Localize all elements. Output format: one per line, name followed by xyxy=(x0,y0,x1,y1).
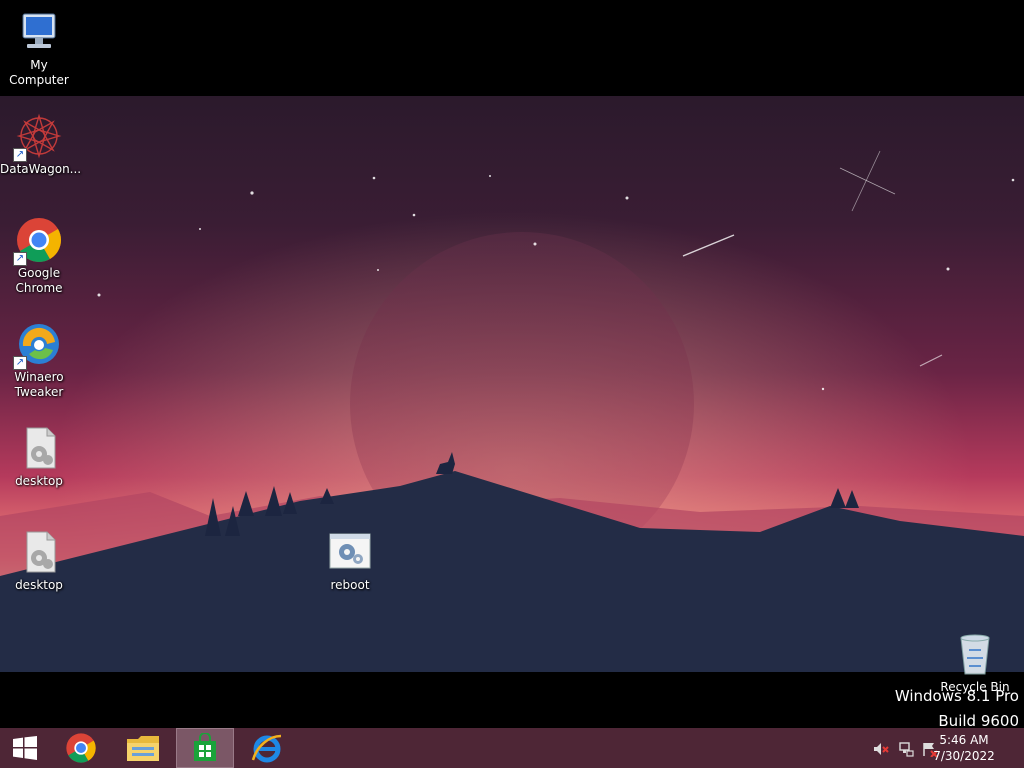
datawagon-icon: ↗ xyxy=(13,112,63,162)
taskbar-clock[interactable]: 5:46 AM 7/30/2022 xyxy=(924,732,1004,764)
script-file-icon xyxy=(15,424,63,472)
taskbar-file-explorer-button[interactable] xyxy=(115,728,171,768)
start-icon xyxy=(13,736,37,760)
desktop-icon-label: DataWagon... xyxy=(0,162,82,176)
wallpaper-art xyxy=(0,96,1024,672)
desktop-icon-desktop-script-1[interactable]: desktop xyxy=(0,424,78,489)
desktop-icon-my-computer[interactable]: My Computer xyxy=(0,8,78,88)
clock-time: 5:46 AM xyxy=(939,733,989,747)
windows-watermark: Windows 8.1 Pro Build 9600 xyxy=(895,684,1019,734)
taskbar-store-button[interactable] xyxy=(176,728,234,768)
settings-file-icon xyxy=(326,528,374,576)
shortcut-arrow-icon: ↗ xyxy=(13,252,27,266)
network-icon[interactable] xyxy=(898,741,914,757)
store-icon xyxy=(194,733,216,761)
chrome-icon: ↗ xyxy=(13,216,63,266)
watermark-edition: Windows 8.1 Pro xyxy=(894,687,1019,705)
clock-date: 7/30/2022 xyxy=(933,749,995,763)
shortcut-arrow-icon: ↗ xyxy=(13,356,27,370)
desktop-icon-label: reboot xyxy=(330,578,370,592)
desktop-icon-label: desktop xyxy=(15,578,63,592)
internet-explorer-icon xyxy=(251,734,282,763)
taskbar-internet-explorer-button[interactable] xyxy=(239,728,295,768)
start-button[interactable] xyxy=(0,728,50,768)
recycle-bin-icon xyxy=(951,630,999,678)
desktop-icon-desktop-script-2[interactable]: desktop xyxy=(0,528,78,593)
taskbar-chrome-button[interactable] xyxy=(53,728,109,768)
file-explorer-icon xyxy=(127,736,159,761)
desktop-wallpaper xyxy=(0,96,1024,672)
desktop-icon-google-chrome[interactable]: ↗ Google Chrome xyxy=(0,216,78,296)
desktop-icon-winaero-tweaker[interactable]: ↗ Winaero Tweaker xyxy=(0,320,78,400)
taskbar: 5:46 AM 7/30/2022 xyxy=(0,728,1024,768)
computer-icon xyxy=(15,8,63,56)
shortcut-arrow-icon: ↗ xyxy=(13,148,27,162)
chrome-icon xyxy=(66,733,96,763)
volume-muted-icon[interactable] xyxy=(873,741,889,757)
desktop-icon-label: Winaero Tweaker xyxy=(14,370,64,399)
script-file-icon xyxy=(15,528,63,576)
desktop-icon-datawagon[interactable]: ↗ DataWagon... xyxy=(0,112,82,177)
desktop-icon-label: desktop xyxy=(15,474,63,488)
desktop-icon-label: Google Chrome xyxy=(15,266,63,295)
desktop-icon-label: My Computer xyxy=(9,58,69,87)
desktop-icon-reboot[interactable]: reboot xyxy=(311,528,389,593)
winaero-icon: ↗ xyxy=(13,320,63,370)
